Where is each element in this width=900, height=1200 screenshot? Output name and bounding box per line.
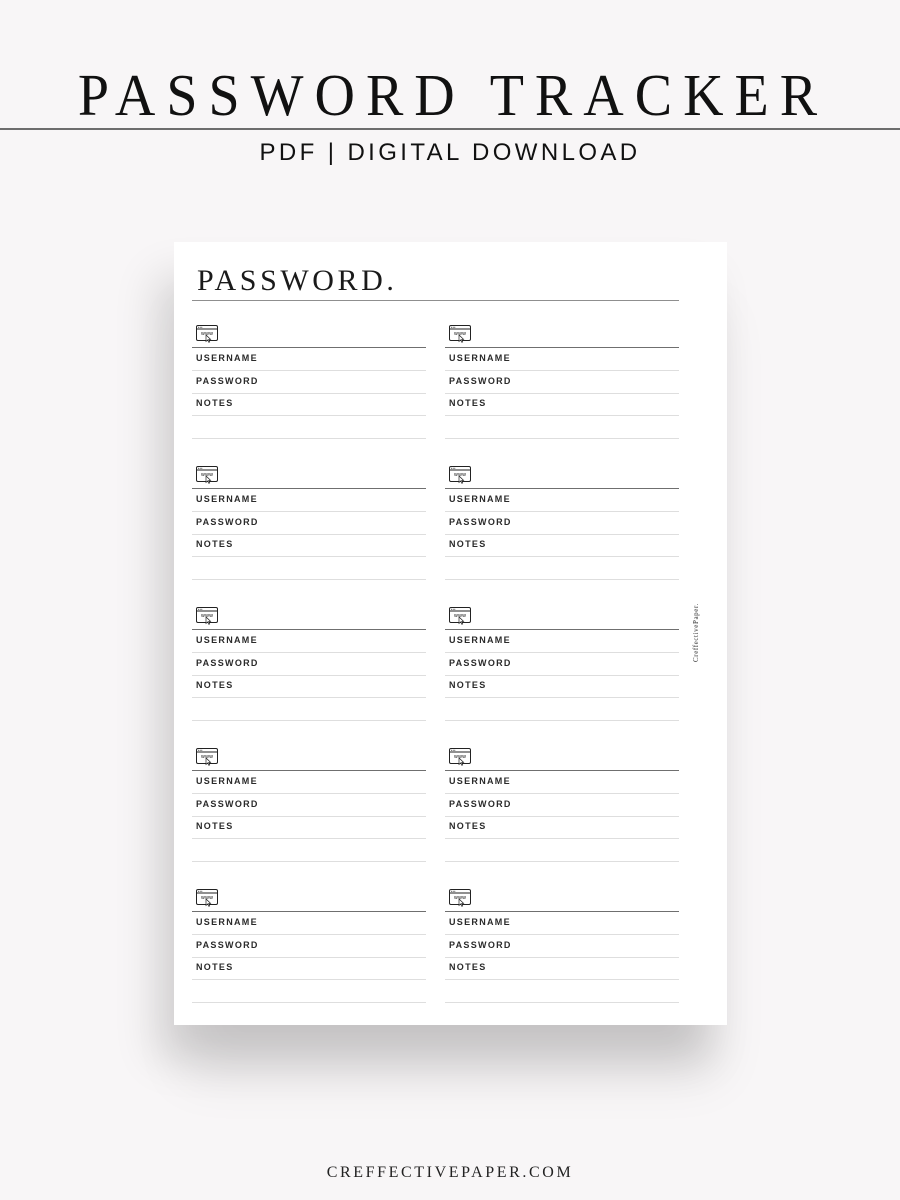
field-label: PASSWORD [196,516,259,527]
entry-field-username[interactable]: USERNAME [192,489,426,512]
entry-field-notes[interactable]: NOTES [445,957,679,980]
entry-field-username[interactable]: USERNAME [192,912,426,935]
entry-field-notes[interactable]: NOTES [192,675,426,698]
password-entry-card: www USERNAME PASSWORD NOTES [445,748,679,878]
field-label: NOTES [449,821,487,831]
entry-field-password[interactable]: PASSWORD [445,371,679,394]
field-label: PASSWORD [449,375,512,386]
field-label: PASSWORD [449,657,512,668]
password-entry-card: www USERNAME PASSWORD NOTES [192,607,426,737]
product-subtitle: PDF | DIGITAL DOWNLOAD [259,139,641,166]
footer-website: CREFFECTIVEPAPER.COM [326,1164,574,1181]
field-label: USERNAME [449,776,511,786]
entry-field-username[interactable]: USERNAME [192,348,426,371]
entry-field-extra[interactable] [192,980,426,1003]
field-label: PASSWORD [449,798,512,809]
www-browser-icon: www [449,607,471,625]
field-label: PASSWORD [196,657,259,668]
entry-field-extra[interactable] [445,557,679,580]
heading-divider [192,300,679,301]
field-label: NOTES [196,962,234,972]
field-label: NOTES [196,398,234,408]
field-label: USERNAME [449,635,511,645]
entry-field-username[interactable]: USERNAME [445,771,679,794]
entry-field-extra[interactable] [192,839,426,862]
entry-field-notes[interactable]: NOTES [192,393,426,416]
product-title: PASSWORD TRACKER [77,63,829,129]
www-browser-icon: www [449,748,471,766]
field-label: NOTES [449,962,487,972]
field-label: PASSWORD [196,798,259,809]
password-entry-card: www USERNAME PASSWORD NOTES [192,466,426,596]
field-label: NOTES [196,680,234,690]
entry-field-extra[interactable] [192,416,426,439]
field-label: NOTES [449,680,487,690]
www-browser-icon: www [449,325,471,343]
planner-page-preview: PASSWORD. CreffectivePaper. www USERNAME… [174,242,727,1025]
password-entry-card: www USERNAME PASSWORD NOTES [192,889,426,1019]
entry-field-password[interactable]: PASSWORD [445,935,679,958]
field-label: PASSWORD [196,375,259,386]
password-entry-card: www USERNAME PASSWORD NOTES [192,325,426,455]
entry-field-username[interactable]: USERNAME [192,630,426,653]
entry-field-password[interactable]: PASSWORD [192,371,426,394]
www-browser-icon: www [196,889,218,907]
field-label: NOTES [449,539,487,549]
entry-field-notes[interactable]: NOTES [192,816,426,839]
entry-field-username[interactable]: USERNAME [445,912,679,935]
www-browser-icon: www [449,889,471,907]
field-label: NOTES [449,398,487,408]
password-entry-card: www USERNAME PASSWORD NOTES [445,325,679,455]
entry-field-extra[interactable] [192,698,426,721]
entry-field-notes[interactable]: NOTES [192,957,426,980]
entry-field-password[interactable]: PASSWORD [445,794,679,817]
field-label: USERNAME [196,635,258,645]
www-browser-icon: www [196,607,218,625]
field-label: USERNAME [449,917,511,927]
entry-field-notes[interactable]: NOTES [445,393,679,416]
www-browser-icon: www [196,325,218,343]
field-label: USERNAME [196,494,258,504]
field-label: NOTES [196,821,234,831]
entry-field-password[interactable]: PASSWORD [192,935,426,958]
entry-field-notes[interactable]: NOTES [445,816,679,839]
entry-field-username[interactable]: USERNAME [445,348,679,371]
entry-field-notes[interactable]: NOTES [192,534,426,557]
page-heading: PASSWORD. [197,264,398,297]
title-divider [0,128,900,130]
www-browser-icon: www [449,466,471,484]
entry-field-password[interactable]: PASSWORD [192,512,426,535]
entry-field-password[interactable]: PASSWORD [192,653,426,676]
field-label: USERNAME [196,917,258,927]
password-entry-card: www USERNAME PASSWORD NOTES [192,748,426,878]
entry-field-password[interactable]: PASSWORD [445,653,679,676]
entry-field-notes[interactable]: NOTES [445,675,679,698]
field-label: USERNAME [449,353,511,363]
entry-field-password[interactable]: PASSWORD [192,794,426,817]
www-browser-icon: www [196,466,218,484]
entry-field-extra[interactable] [445,416,679,439]
password-entry-card: www USERNAME PASSWORD NOTES [445,466,679,596]
entry-field-username[interactable]: USERNAME [445,630,679,653]
field-label: PASSWORD [449,516,512,527]
entry-field-extra[interactable] [445,980,679,1003]
field-label: USERNAME [196,353,258,363]
entry-field-extra[interactable] [445,839,679,862]
entry-field-extra[interactable] [192,557,426,580]
entry-field-extra[interactable] [445,698,679,721]
field-label: USERNAME [196,776,258,786]
entry-field-notes[interactable]: NOTES [445,534,679,557]
entry-field-password[interactable]: PASSWORD [445,512,679,535]
field-label: PASSWORD [196,939,259,950]
www-browser-icon: www [196,748,218,766]
field-label: USERNAME [449,494,511,504]
field-label: PASSWORD [449,939,512,950]
password-entry-card: www USERNAME PASSWORD NOTES [445,889,679,1019]
field-label: NOTES [196,539,234,549]
entry-field-username[interactable]: USERNAME [192,771,426,794]
password-entry-card: www USERNAME PASSWORD NOTES [445,607,679,737]
entry-field-username[interactable]: USERNAME [445,489,679,512]
brand-watermark: CreffectivePaper. [692,603,700,662]
